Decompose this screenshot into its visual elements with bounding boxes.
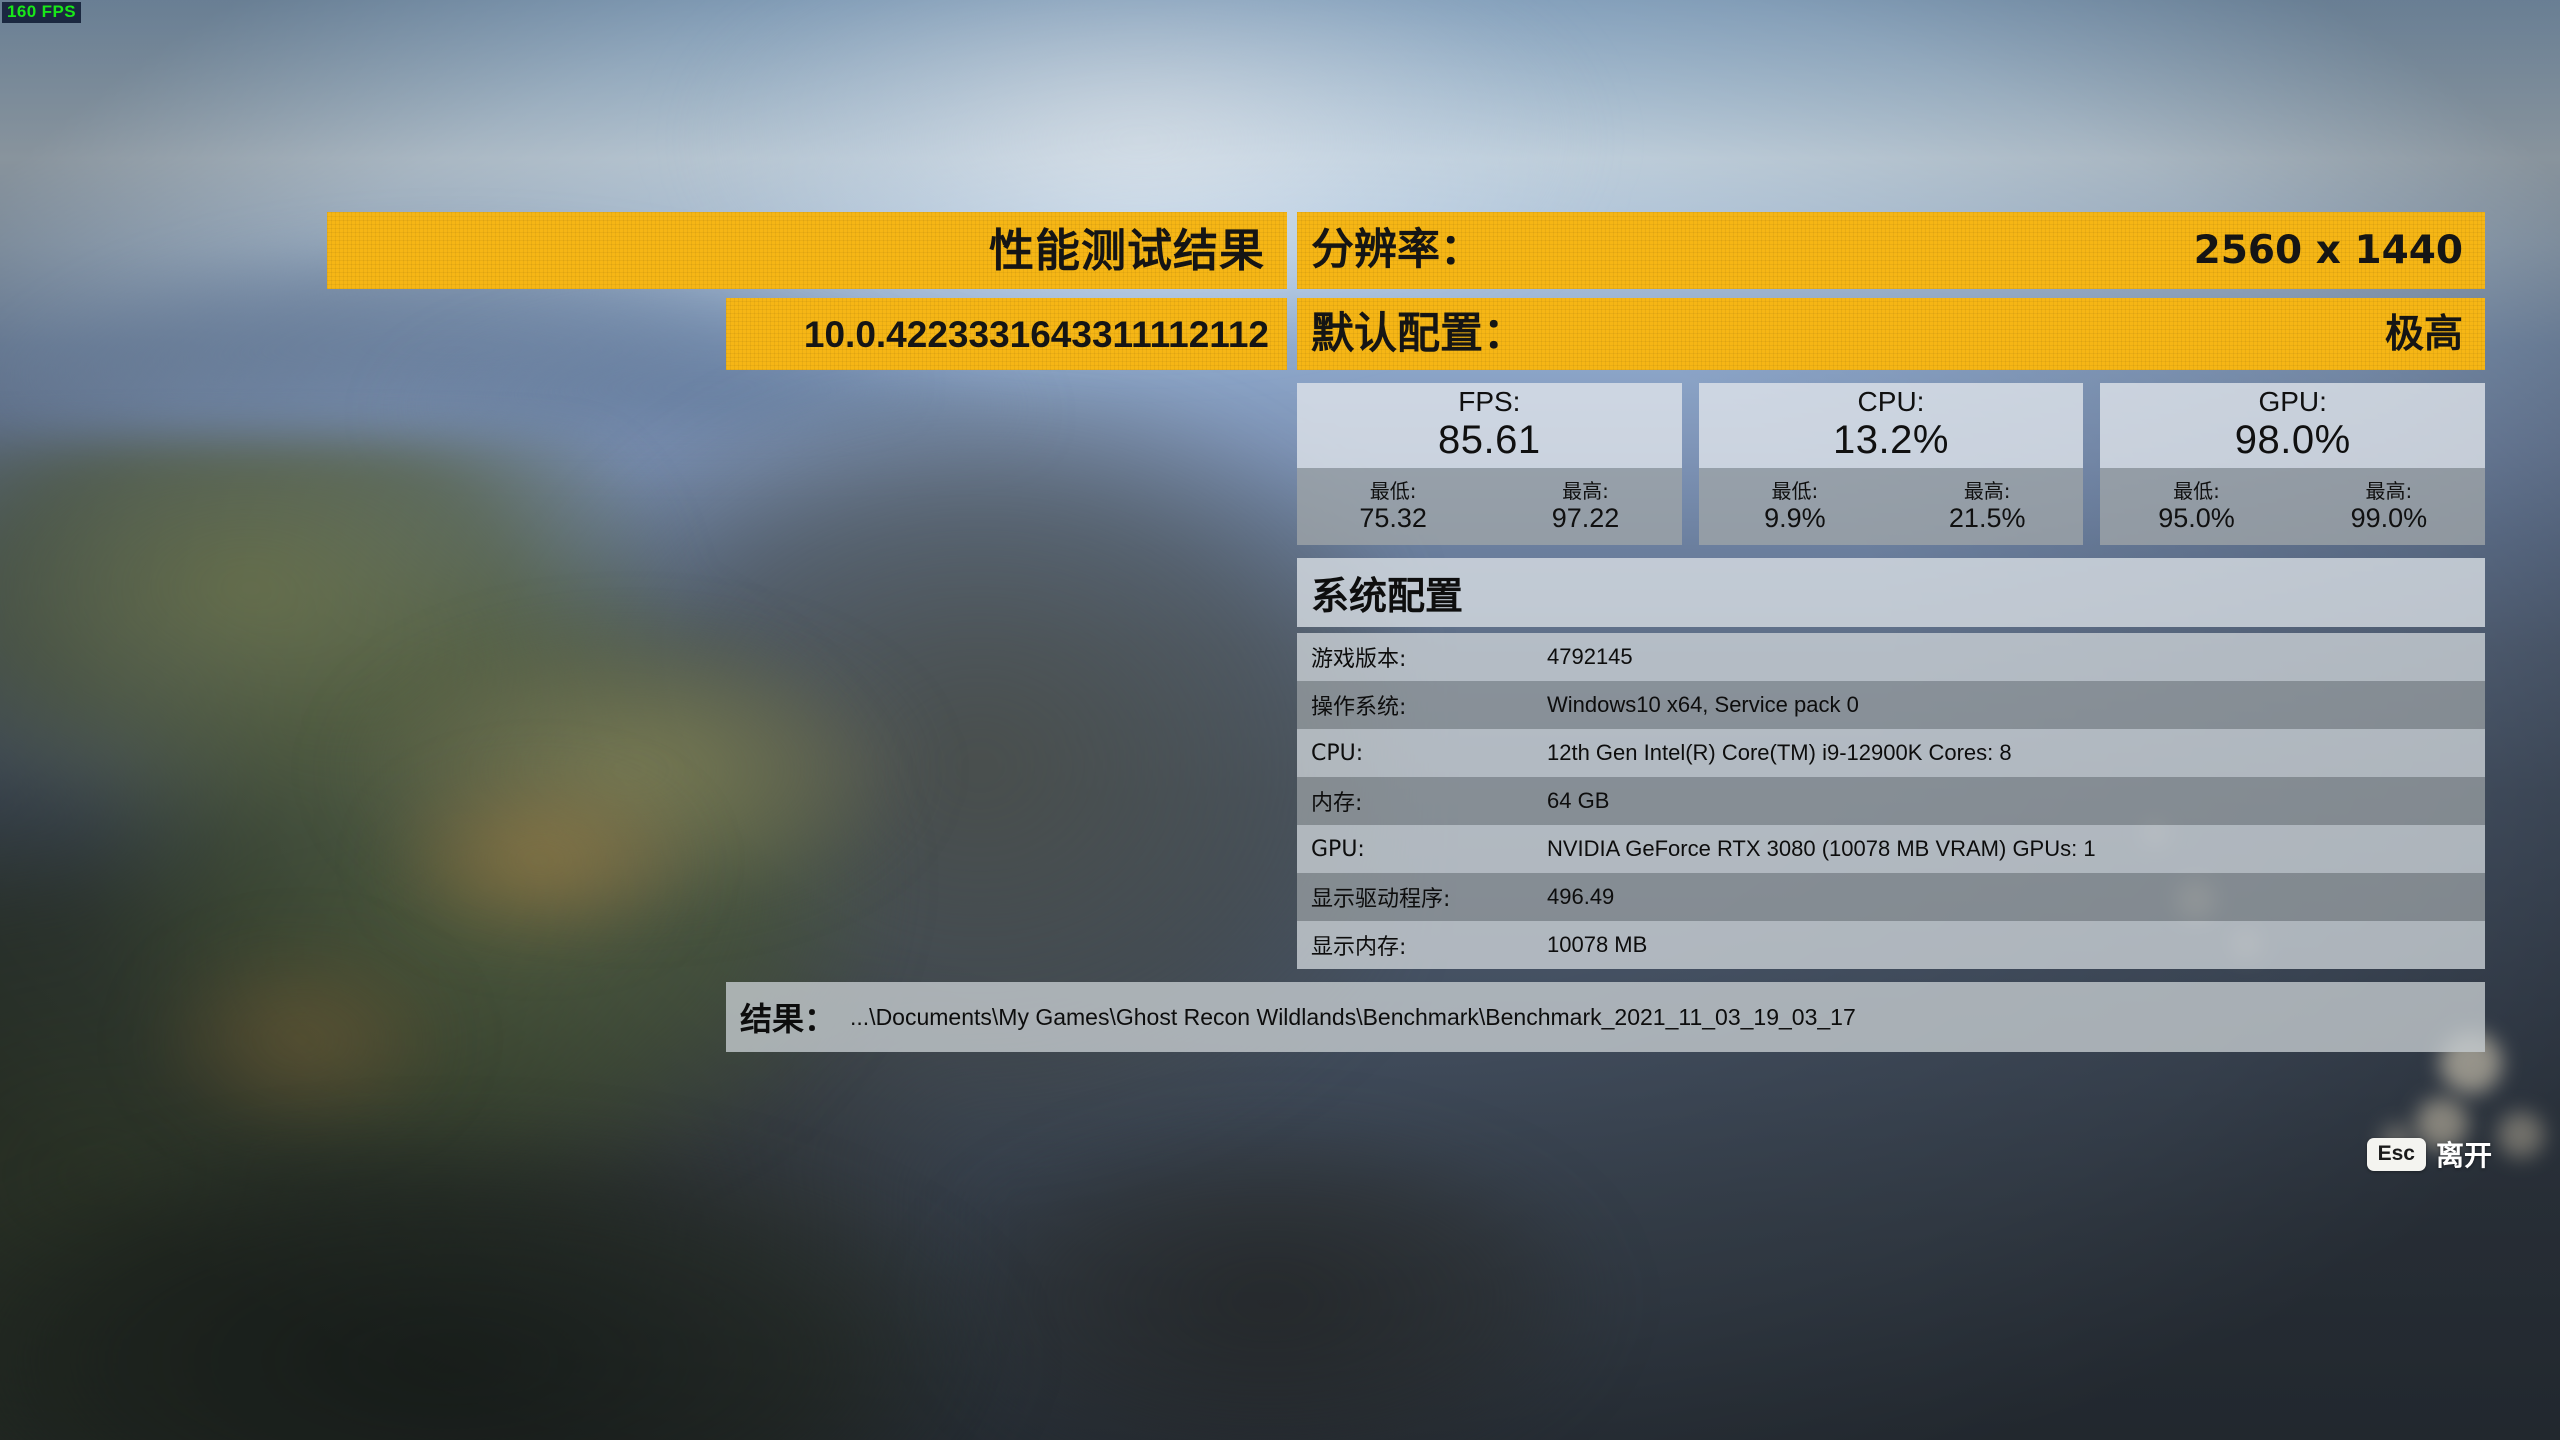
metric-max-value: 21.5% [1948, 503, 2026, 533]
metric-min-label: 最低: [1771, 479, 1819, 503]
table-row: 内存: 64 GB [1297, 777, 2485, 825]
metric-min-value: 75.32 [1359, 503, 1427, 533]
metric-max: 最高: 97.22 [1489, 468, 1681, 545]
metric-max-label: 最高: [1562, 479, 1609, 503]
metric-min-label: 最低: [1369, 479, 1417, 503]
exit-hint[interactable]: Esc 离开 [2366, 1134, 2492, 1174]
table-row: 游戏版本: 4792145 [1297, 633, 2485, 681]
table-row: 显示内存: 10078 MB [1297, 921, 2485, 969]
page-title: 性能测试结果 [988, 224, 1265, 277]
build-version-value: 10.0.4223331643311112112 [803, 313, 1269, 355]
table-row: 操作系统: Windows10 x64, Service pack 0 [1297, 681, 2485, 729]
metric-max-value: 97.22 [1551, 503, 1620, 533]
preset-value: 极高 [2384, 311, 2463, 357]
metric-max-label: 最高: [2365, 479, 2413, 503]
metric-card-minmax: 最低: 9.9% 最高: 21.5% [1698, 468, 2084, 545]
config-value: 4792145 [1547, 644, 1633, 669]
table-row: CPU: 12th Gen Intel(R) Core(TM) i9-12900… [1297, 729, 2485, 777]
resolution-label: 分辨率： [1311, 225, 1483, 275]
metric-name: GPU: [2258, 386, 2327, 417]
table-row: GPU: NVIDIA GeForce RTX 3080 (10078 MB V… [1297, 825, 2485, 873]
result-path-bar: 结果： ...\Documents\My Games\Ghost Recon W… [726, 982, 2485, 1052]
metric-max: 最高: 99.0% [2293, 468, 2485, 545]
config-key: CPU: [1311, 740, 1364, 766]
metric-min: 最低: 75.32 [1297, 468, 1489, 545]
table-row: 显示驱动程序: 496.49 [1297, 873, 2485, 921]
config-key: 显示内存: [1311, 935, 1407, 960]
metric-name: CPU: [1857, 386, 1925, 417]
metric-card-header: GPU: 98.0% [2100, 383, 2486, 468]
benchmark-results-overlay: 性能测试结果 10.0.4223331643311112112 分辨率： 256… [0, 0, 2560, 1440]
metric-value: 98.0% [2234, 418, 2351, 462]
metric-min: 最低: 95.0% [2100, 468, 2292, 545]
metric-min: 最低: 9.9% [1699, 468, 1891, 545]
metric-card-gpu: GPU: 98.0% 最低: 95.0% 最高: 99.0% [2100, 383, 2486, 545]
metric-min-value: 95.0% [2158, 503, 2235, 533]
config-key: GPU: [1311, 836, 1365, 862]
exit-label: 离开 [2435, 1139, 2492, 1172]
result-label: 结果： [740, 1000, 837, 1038]
config-value: Windows10 x64, Service pack 0 [1547, 692, 1859, 717]
metric-min-label: 最低: [2173, 479, 2220, 503]
metric-value: 85.61 [1438, 418, 1541, 462]
resolution-bar: 分辨率： 2560 x 1440 [1297, 212, 2485, 289]
esc-key-icon: Esc [2366, 1137, 2426, 1171]
result-path: ...\Documents\My Games\Ghost Recon Wildl… [850, 1003, 1856, 1030]
system-config-title: 系统配置 [1297, 558, 2485, 627]
config-key: 游戏版本: [1311, 647, 1407, 672]
metric-card-group: FPS: 85.61 最低: 75.32 最高: 97.22 CPU: 13.2… [1297, 383, 2486, 545]
metric-max: 最高: 21.5% [1891, 468, 2083, 545]
resolution-value: 2560 x 1440 [2193, 228, 2463, 273]
system-config-table: 游戏版本: 4792145 操作系统: Windows10 x64, Servi… [1297, 633, 2485, 969]
metric-name: FPS: [1458, 386, 1521, 417]
config-value: 10078 MB [1547, 932, 1648, 957]
config-key: 内存: [1311, 791, 1363, 816]
metric-value: 13.2% [1833, 418, 1949, 462]
config-value: 12th Gen Intel(R) Core(TM) i9-12900K Cor… [1547, 740, 2012, 765]
metric-card-header: CPU: 13.2% [1698, 383, 2084, 468]
metric-card-cpu: CPU: 13.2% 最低: 9.9% 最高: 21.5% [1698, 383, 2084, 545]
build-version-bar: 10.0.4223331643311112112 [726, 298, 1287, 370]
config-value: 496.49 [1547, 884, 1615, 909]
preset-bar: 默认配置： 极高 [1297, 298, 2485, 370]
config-value: 64 GB [1547, 788, 1610, 813]
metric-min-value: 9.9% [1764, 503, 1826, 533]
config-value: NVIDIA GeForce RTX 3080 (10078 MB VRAM) … [1547, 836, 2096, 861]
metric-card-minmax: 最低: 95.0% 最高: 99.0% [2100, 468, 2486, 545]
metric-card-minmax: 最低: 75.32 最高: 97.22 [1297, 468, 1682, 545]
config-key: 显示驱动程序: [1311, 887, 1451, 912]
metric-max-value: 99.0% [2350, 503, 2428, 533]
page-title-bar: 性能测试结果 [327, 212, 1287, 289]
metric-card-fps: FPS: 85.61 最低: 75.32 最高: 97.22 [1297, 383, 1682, 545]
metric-card-header: FPS: 85.61 [1297, 383, 1682, 468]
metric-max-label: 最高: [1963, 479, 2011, 503]
preset-label: 默认配置： [1311, 308, 1526, 359]
game-screen: 160 FPS 性能测试结果 10.0.4223331643311112112 … [0, 0, 2560, 1440]
config-key: 操作系统: [1311, 695, 1407, 720]
